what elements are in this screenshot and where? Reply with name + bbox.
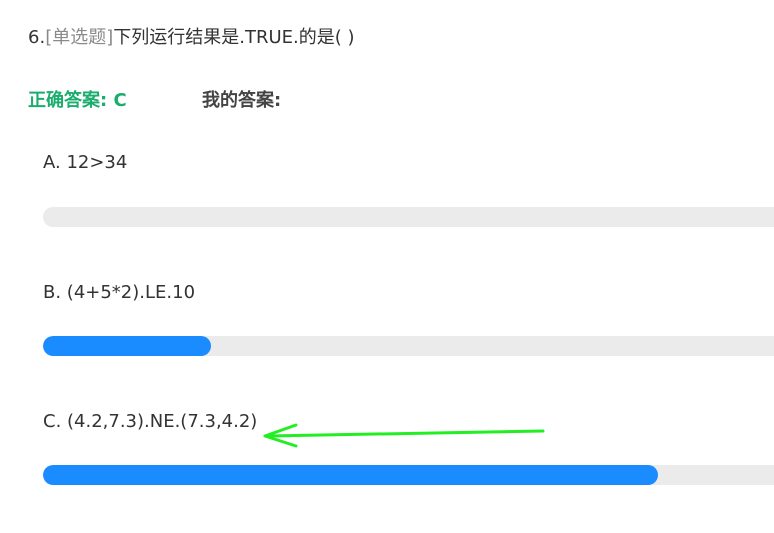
my-answer: 我的答案:: [202, 90, 282, 111]
correct-answer: 正确答案: C: [28, 90, 127, 111]
option-b-progress-track: [43, 336, 774, 356]
option-c-progress-track: [43, 465, 774, 485]
quiz-result-page: 6.[单选题]下列运行结果是.TRUE.的是( ) 正确答案: C 我的答案: …: [0, 0, 774, 533]
option-b-label: B. (4+5*2).LE.10: [43, 282, 196, 303]
question-title: 6.[单选题]下列运行结果是.TRUE.的是( ): [28, 25, 355, 51]
option-c-progress-fill: [43, 465, 658, 485]
question-type: [单选题]: [45, 27, 114, 48]
option-c-label: C. (4.2,7.3).NE.(7.3,4.2): [43, 411, 258, 432]
option-a: A. 12>34: [43, 151, 774, 227]
option-c: C. (4.2,7.3).NE.(7.3,4.2): [43, 410, 774, 485]
option-b: B. (4+5*2).LE.10: [43, 281, 774, 356]
option-a-progress-track: [43, 207, 774, 227]
option-b-progress-fill: [43, 336, 211, 356]
answer-row: 正确答案: C 我的答案:: [28, 86, 281, 112]
question-number: 6.: [28, 27, 46, 48]
arrow-icon: [263, 423, 545, 448]
question-text: 下列运行结果是.TRUE.的是( ): [113, 27, 355, 48]
option-a-label: A. 12>34: [43, 152, 128, 173]
